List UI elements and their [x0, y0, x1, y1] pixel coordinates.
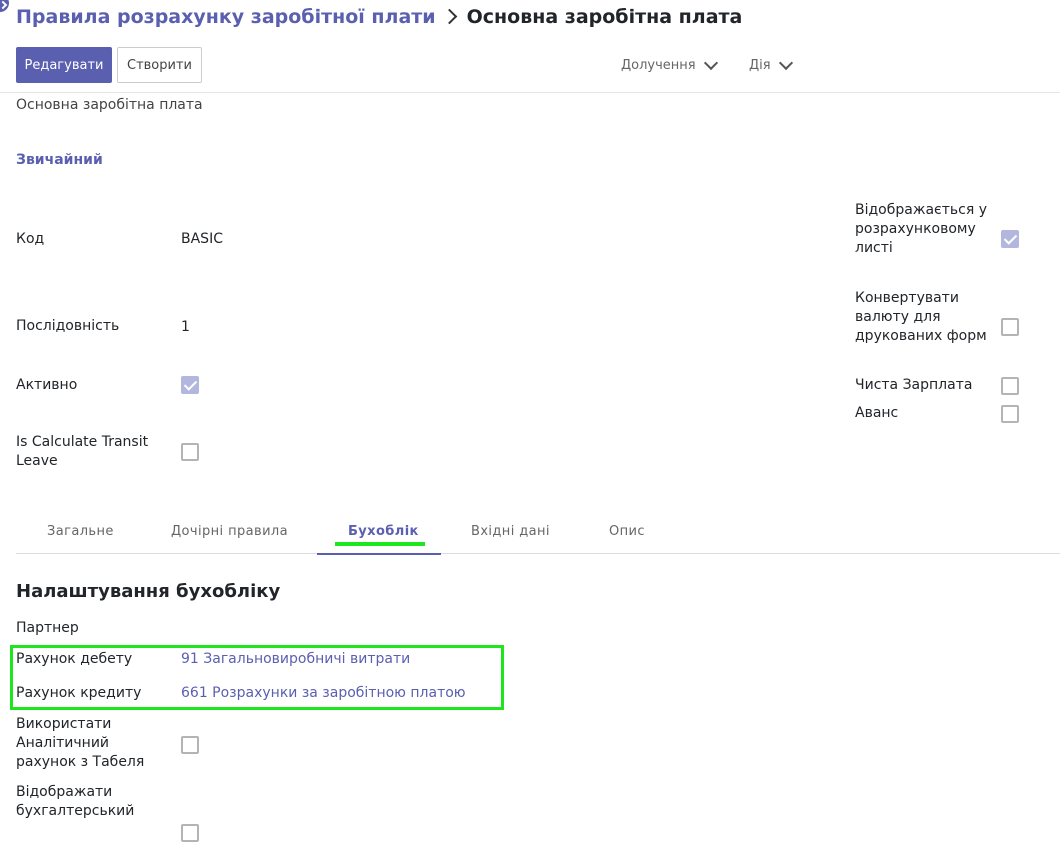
- action-dropdown[interactable]: Дія: [749, 55, 793, 73]
- tabs-divider: [16, 553, 1060, 554]
- transit-leave-checkbox[interactable]: [181, 443, 199, 461]
- convert-currency-label: Конвертувати валюту для друкованих форм: [855, 290, 987, 344]
- sequence-value: 1: [181, 319, 190, 335]
- transit-leave-label: Is Calculate Transit Leave: [16, 434, 149, 469]
- chevron-right-icon: [441, 8, 457, 25]
- edit-button[interactable]: Редагувати: [16, 47, 112, 83]
- net-salary-label: Чиста Зарплата: [855, 377, 973, 393]
- record-name: Основна заробітна плата: [16, 97, 203, 113]
- active-checkbox[interactable]: [181, 376, 199, 394]
- sidebar-toggle-icon[interactable]: [0, 0, 9, 12]
- active-label: Активно: [16, 377, 78, 393]
- convert-currency-checkbox[interactable]: [1001, 318, 1019, 336]
- code-label: Код: [16, 231, 45, 247]
- action-dropdown-label: Дія: [749, 58, 771, 73]
- tab-general[interactable]: Загальне: [47, 524, 114, 539]
- sequence-label: Послідовність: [16, 318, 120, 334]
- code-value: BASIC: [181, 231, 223, 247]
- active-tab-indicator: [317, 553, 441, 555]
- display-accounting-label: Відображати бухгалтерський: [16, 784, 135, 819]
- tab-inputs[interactable]: Вхідні дані: [471, 524, 550, 539]
- analytic-account-label: Використати Аналітичний рахунок з Табеля: [16, 716, 145, 770]
- chevron-down-icon: [703, 55, 718, 71]
- advance-label: Аванс: [855, 405, 899, 421]
- chevron-down-icon: [778, 55, 793, 71]
- tab-description[interactable]: Опис: [609, 524, 645, 539]
- highlight-box: [10, 645, 504, 710]
- highlight-underline: [335, 542, 425, 546]
- accounting-section-title: Налаштування бухобліку: [16, 581, 281, 602]
- tab-child-rules[interactable]: Дочірні правила: [171, 524, 288, 539]
- breadcrumb: Правила розрахунку заробітної плати Основ…: [16, 6, 742, 28]
- tab-accounting[interactable]: Бухоблік: [348, 524, 419, 539]
- partner-label: Партнер: [16, 620, 79, 636]
- analytic-account-checkbox[interactable]: [181, 736, 199, 754]
- advance-checkbox[interactable]: [1001, 405, 1019, 423]
- header-divider: [0, 92, 1060, 93]
- breadcrumb-parent-link[interactable]: Правила розрахунку заробітної плати: [16, 6, 436, 28]
- attachments-dropdown[interactable]: Долучення: [621, 55, 718, 73]
- net-salary-checkbox[interactable]: [1001, 377, 1019, 395]
- create-button[interactable]: Створити: [117, 47, 202, 83]
- appears-on-payslip-checkbox[interactable]: [1001, 230, 1019, 248]
- breadcrumb-current: Основна заробітна плата: [466, 6, 743, 28]
- record-category: Звичайний: [16, 152, 103, 168]
- appears-on-payslip-label: Відображається у розрахунковому листі: [855, 202, 987, 256]
- attachments-dropdown-label: Долучення: [621, 58, 696, 73]
- display-accounting-checkbox[interactable]: [181, 824, 199, 842]
